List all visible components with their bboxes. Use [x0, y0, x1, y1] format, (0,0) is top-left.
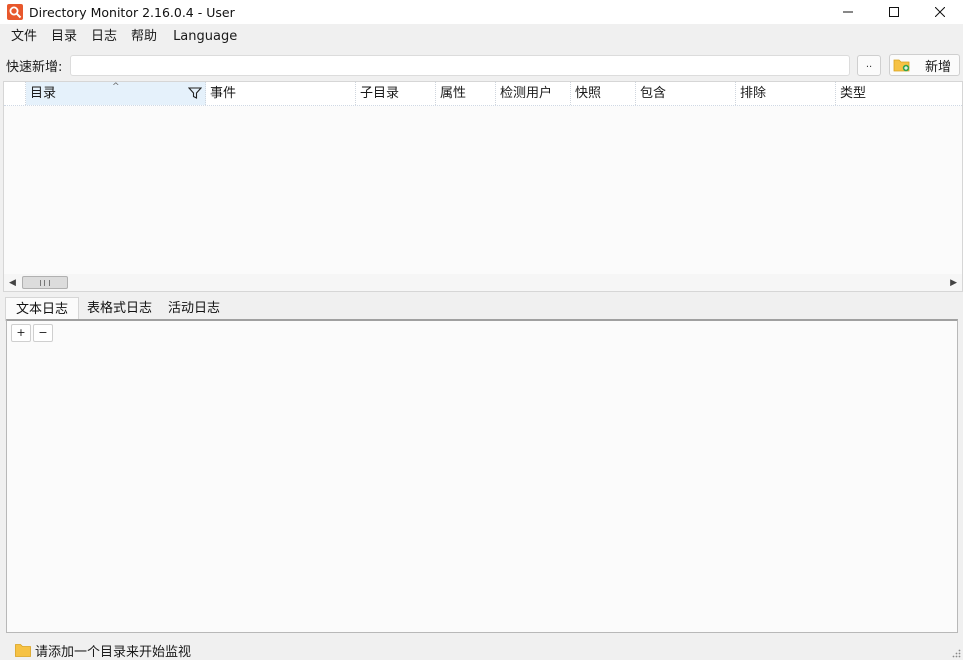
column-header-directory[interactable]: ^ 目录 — [26, 82, 206, 105]
menu-log[interactable]: 日志 — [84, 26, 124, 48]
column-header-label: 目录 — [30, 86, 57, 101]
menu-file[interactable]: 文件 — [4, 26, 44, 48]
magnifier-app-icon — [7, 4, 23, 20]
row-header-corner — [4, 82, 26, 105]
minimize-icon — [843, 11, 853, 13]
maximize-button[interactable] — [871, 0, 917, 24]
tab-text-log[interactable]: 文本日志 — [5, 297, 80, 321]
horizontal-scrollbar[interactable]: ◀ ▶ — [4, 274, 962, 291]
quick-add-bar: 快速新增: .. 新增 — [0, 52, 963, 78]
title-bar: Directory Monitor 2.16.0.4 - User — [0, 0, 963, 24]
filter-icon[interactable] — [188, 87, 202, 100]
menu-help[interactable]: 帮助 — [124, 26, 164, 48]
sort-ascending-icon: ^ — [112, 82, 120, 92]
log-tabs: 文本日志 表格式日志 活动日志 — [5, 297, 228, 321]
minimize-button[interactable] — [825, 0, 871, 24]
menu-language[interactable]: Language — [166, 26, 244, 48]
window-title: Directory Monitor 2.16.0.4 - User — [29, 4, 235, 20]
menu-directory[interactable]: 目录 — [44, 26, 84, 48]
column-header-attributes[interactable]: 属性 — [436, 82, 496, 105]
tab-table-log[interactable]: 表格式日志 — [79, 297, 160, 320]
column-header-type[interactable]: 类型 — [836, 82, 962, 105]
expand-button[interactable]: + — [11, 324, 31, 342]
grid-header: ^ 目录 事件 子目录 属性 检测用户 快照 包含 排除 类型 — [4, 82, 962, 106]
quick-add-label: 快速新增: — [6, 59, 63, 75]
scroll-left-icon[interactable]: ◀ — [9, 278, 16, 288]
status-message: 请添加一个目录来开始监视 — [35, 644, 192, 660]
close-icon — [935, 7, 945, 17]
column-header-include[interactable]: 包含 — [636, 82, 736, 105]
text-log-pane[interactable]: + − — [6, 319, 958, 633]
add-button-label: 新增 — [925, 59, 952, 75]
collapse-button[interactable]: − — [33, 324, 53, 342]
column-header-event[interactable]: 事件 — [206, 82, 356, 105]
tab-activity-log[interactable]: 活动日志 — [160, 297, 228, 320]
window-controls — [825, 0, 963, 24]
column-header-exclude[interactable]: 排除 — [736, 82, 836, 105]
close-button[interactable] — [917, 0, 963, 24]
directory-grid[interactable]: ^ 目录 事件 子目录 属性 检测用户 快照 包含 排除 类型 ◀ ▶ — [3, 81, 963, 292]
column-header-snapshot[interactable]: 快照 — [571, 82, 636, 105]
maximize-icon — [889, 7, 899, 17]
folder-add-icon — [893, 59, 910, 72]
column-header-detect-user[interactable]: 检测用户 — [496, 82, 571, 105]
resize-grip-icon[interactable] — [951, 648, 961, 658]
status-bar: 请添加一个目录来开始监视 — [0, 640, 963, 660]
scrollbar-thumb[interactable] — [22, 276, 68, 289]
browse-button[interactable]: .. — [857, 55, 881, 76]
folder-icon — [15, 644, 31, 657]
scroll-right-icon[interactable]: ▶ — [950, 278, 957, 288]
add-button[interactable]: 新增 — [889, 54, 960, 76]
quick-add-input[interactable] — [70, 55, 850, 76]
menu-bar: 文件 目录 日志 帮助 Language — [0, 26, 963, 48]
column-header-subdirectory[interactable]: 子目录 — [356, 82, 436, 105]
